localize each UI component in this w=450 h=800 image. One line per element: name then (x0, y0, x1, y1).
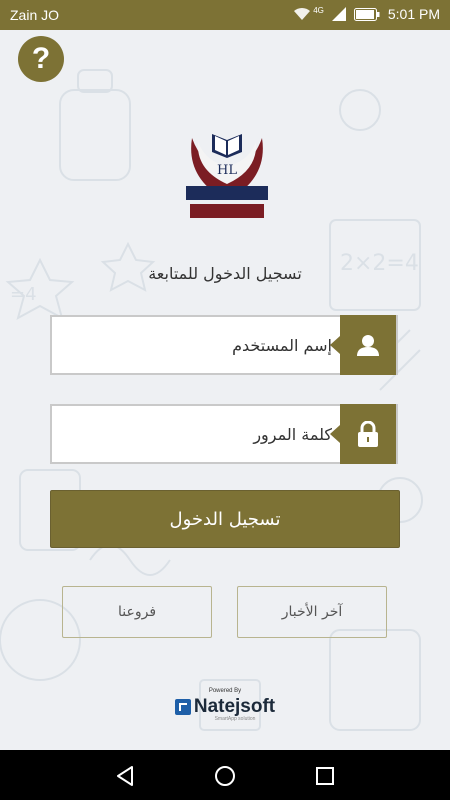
signal-icon (331, 7, 346, 21)
back-icon[interactable] (113, 764, 137, 788)
carrier-label: Zain JO (10, 7, 60, 23)
user-icon (357, 335, 379, 356)
login-subtitle: تسجيل الدخول للمتابعة (148, 264, 302, 283)
login-button-label: تسجيل الدخول (169, 508, 281, 530)
natejsoft-logo-icon (174, 699, 191, 715)
help-button[interactable]: ? (18, 36, 64, 82)
clock: 5:01 PM (387, 6, 440, 22)
password-input[interactable] (62, 406, 340, 462)
recents-icon[interactable] (313, 764, 337, 788)
username-field[interactable] (50, 315, 398, 375)
lock-icon-box (330, 404, 396, 464)
wifi-icon (294, 7, 311, 20)
branches-label: فروعنا (117, 604, 157, 620)
username-input[interactable] (62, 317, 340, 373)
branches-button[interactable]: فروعنا (62, 586, 212, 638)
logo-monogram: HL (217, 163, 237, 178)
password-field[interactable] (50, 404, 398, 464)
navigation-bar (0, 750, 450, 800)
brand-name: Natejsoft (193, 696, 276, 717)
academy-logo: HL (186, 134, 268, 218)
home-icon[interactable] (213, 764, 237, 788)
network-label: 4G (313, 5, 324, 15)
battery-icon (353, 7, 380, 21)
user-icon-box (330, 315, 396, 375)
lock-icon (358, 421, 378, 447)
powered-by: Powered By Natejsoft SmartApp solution (170, 688, 280, 722)
svg-text:=4: =4 (10, 284, 37, 305)
powered-by-label: Powered By (208, 688, 242, 694)
latest-news-button[interactable]: آخر الأخبار (237, 586, 387, 638)
latest-news-label: آخر الأخبار (281, 604, 343, 620)
question-icon: ? (31, 42, 51, 75)
login-button[interactable]: تسجيل الدخول (50, 490, 400, 548)
status-bar: Zain JO 4G 5:01 PM (0, 0, 450, 30)
